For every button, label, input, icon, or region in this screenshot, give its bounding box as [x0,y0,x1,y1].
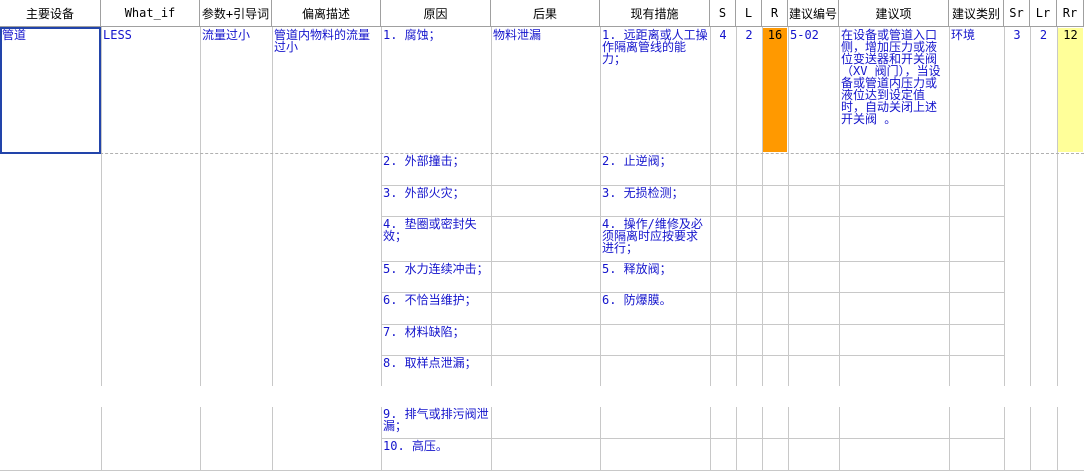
header-recommendation-number[interactable]: 建议编号 [788,0,839,27]
cell-s[interactable]: 4 [710,28,736,153]
cell-deviation[interactable]: 管道内物料的流量过小 [272,28,381,153]
header-s[interactable]: S [710,0,736,27]
cell-cause[interactable]: 10. 高压。 [381,439,491,470]
header-r[interactable]: R [762,0,788,27]
header-lr[interactable]: Lr [1030,0,1057,27]
cell-cause[interactable]: 9. 排气或排污阀泄漏； [381,407,491,438]
cell-parameter-guideword[interactable]: 流量过小 [200,28,272,153]
cell-recommendation[interactable]: 在设备或管道入口侧，增加压力或液位变送器和开关阀（XV 阀门），当设备或管道内压… [839,28,949,153]
cell-recommendation-number[interactable]: 5-02 [788,28,839,153]
cell-cause[interactable]: 6. 不恰当维护； [381,293,491,324]
row-gap [0,386,1084,407]
cell-cause[interactable]: 2. 外部撞击； [381,154,491,185]
cell-rr[interactable]: 12 [1057,28,1084,153]
spreadsheet-grid[interactable]: 主要设备 What_if 参数+引导词 偏离描述 原因 后果 现有措施 S L … [0,0,1084,471]
cell-cause[interactable]: 4. 垫圈或密封失效； [381,217,491,261]
cell-sr[interactable]: 3 [1004,28,1030,153]
header-what-if[interactable]: What_if [101,0,200,27]
header-deviation[interactable]: 偏离描述 [272,0,381,27]
cell-cause[interactable]: 5. 水力连续冲击； [381,262,491,292]
cell-selection-outline [0,27,101,154]
cell-existing-measure[interactable]: 3. 无损检测； [600,186,710,216]
cell-cause[interactable]: 8. 取样点泄漏； [381,356,491,386]
cell-cause[interactable]: 7. 材料缺陷； [381,325,491,355]
cell-recommendation-category[interactable]: 环境 [949,28,1004,153]
header-existing-measures[interactable]: 现有措施 [600,0,710,27]
header-l[interactable]: L [736,0,762,27]
cell-r[interactable]: 16 [762,28,788,153]
header-recommendation-category[interactable]: 建议类别 [949,0,1004,27]
cell-cause[interactable]: 1. 腐蚀； [381,28,491,153]
header-cause[interactable]: 原因 [381,0,491,27]
cell-existing-measure[interactable]: 1. 远距离或人工操作隔离管线的能力； [600,28,710,153]
cell-existing-measure[interactable]: 2. 止逆阀； [600,154,710,185]
header-rr[interactable]: Rr [1057,0,1084,27]
cell-existing-measure[interactable]: 5. 释放阀； [600,262,710,292]
cell-consequence[interactable]: 物料泄漏 [491,28,600,153]
cell-l[interactable]: 2 [736,28,762,153]
cell-existing-measure[interactable]: 6. 防爆膜。 [600,293,710,324]
header-recommendation[interactable]: 建议项 [839,0,949,27]
row-separator-dashed [0,153,1084,154]
cell-existing-measure[interactable]: 4. 操作/维修及必须隔离时应按要求进行； [600,217,710,261]
header-sr[interactable]: Sr [1004,0,1030,27]
cell-cause[interactable]: 3. 外部火灾； [381,186,491,216]
cell-what-if[interactable]: LESS [101,28,200,153]
cell-lr[interactable]: 2 [1030,28,1057,153]
header-parameter-guideword[interactable]: 参数+引导词 [200,0,272,27]
header-consequence[interactable]: 后果 [491,0,600,27]
header-main-equipment[interactable]: 主要设备 [0,0,101,27]
